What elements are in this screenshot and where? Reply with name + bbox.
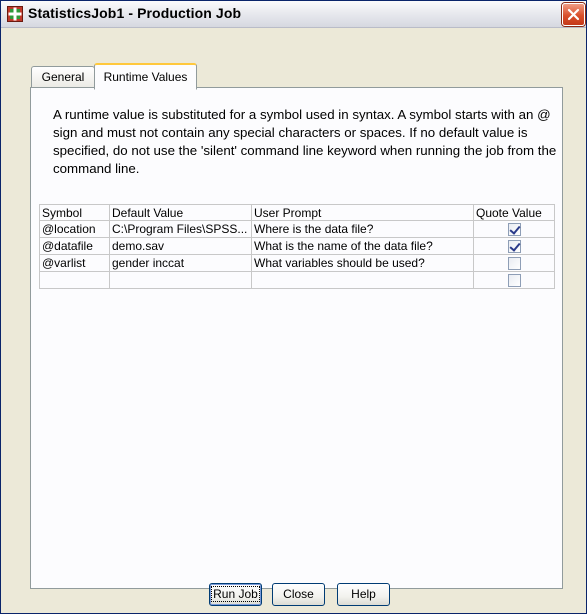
close-button[interactable]: Close (272, 583, 325, 606)
column-header-default-value[interactable]: Default Value (109, 204, 252, 221)
table-row: @location C:\Program Files\SPSS... Where… (39, 220, 555, 238)
symbol-cell[interactable]: @varlist (39, 254, 110, 272)
quote-value-checkbox[interactable] (507, 274, 521, 288)
user-prompt-cell[interactable]: Where is the data file? (251, 220, 474, 238)
quote-value-checkbox[interactable] (507, 257, 521, 271)
default-value-cell[interactable] (109, 271, 252, 289)
window-title: StatisticsJob1 - Production Job (28, 5, 242, 21)
table-row: @varlist gender inccat What variables sh… (39, 254, 555, 272)
tab-runtime-values[interactable]: Runtime Values (94, 63, 197, 90)
column-header-user-prompt[interactable]: User Prompt (251, 204, 474, 221)
spss-job-icon (7, 6, 23, 22)
column-header-quote-value[interactable]: Quote Value (473, 204, 555, 221)
column-header-symbol[interactable]: Symbol (39, 204, 110, 221)
table-header-row: Symbol Default Value User Prompt Quote V… (39, 204, 555, 221)
close-window-button[interactable] (562, 3, 585, 26)
run-job-label: Run Job (211, 586, 260, 602)
symbol-cell[interactable]: @location (39, 220, 110, 238)
close-icon (567, 8, 580, 21)
quote-value-cell (473, 220, 555, 238)
default-value-cell[interactable]: gender inccat (109, 254, 252, 272)
table-row-empty (39, 271, 555, 289)
user-prompt-cell[interactable] (251, 271, 474, 289)
user-prompt-cell[interactable]: What is the name of the data file? (251, 237, 474, 255)
symbol-cell[interactable] (39, 271, 110, 289)
help-button[interactable]: Help (337, 583, 390, 606)
quote-value-checkbox[interactable] (507, 240, 521, 254)
runtime-values-table: Symbol Default Value User Prompt Quote V… (39, 204, 555, 289)
description-text: A runtime value is substituted for a sym… (53, 107, 557, 176)
user-prompt-cell[interactable]: What variables should be used? (251, 254, 474, 272)
tab-general[interactable]: General (31, 66, 95, 87)
table-row: @datafile demo.sav What is the name of t… (39, 237, 555, 255)
default-value-cell[interactable]: C:\Program Files\SPSS... (109, 220, 252, 238)
dialog-window: StatisticsJob1 - Production Job General … (0, 0, 587, 614)
runtime-values-panel: A runtime value is substituted for a sym… (30, 87, 563, 606)
default-value-cell[interactable]: demo.sav (109, 237, 252, 255)
quote-value-cell (473, 237, 555, 255)
title-bar[interactable]: StatisticsJob1 - Production Job (1, 1, 586, 28)
quote-value-cell (473, 271, 555, 289)
quote-value-checkbox[interactable] (507, 223, 521, 237)
run-job-button[interactable]: Run Job (209, 583, 262, 606)
quote-value-cell (473, 254, 555, 272)
symbol-cell[interactable]: @datafile (39, 237, 110, 255)
